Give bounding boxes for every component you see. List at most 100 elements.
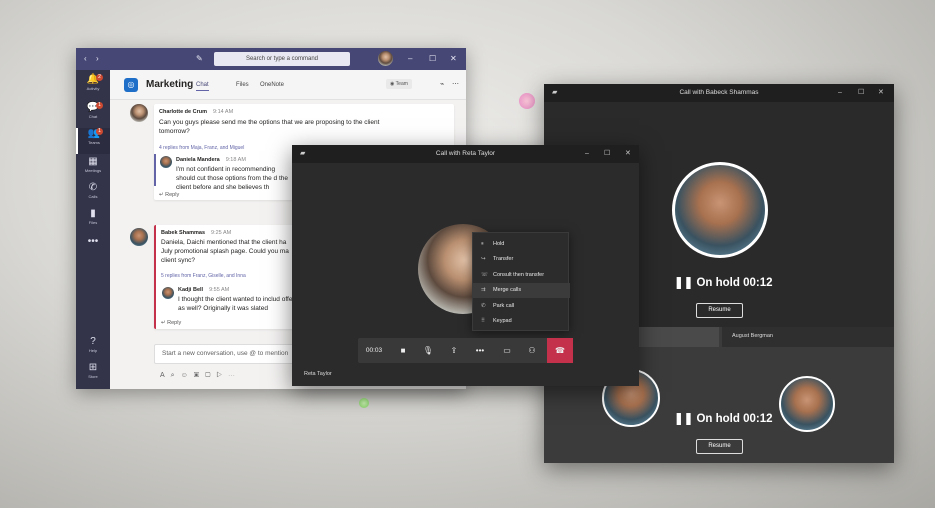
hold-status-2: ❚❚ On hold 00:12 — [674, 413, 773, 425]
rail-activity[interactable]: 🔔 Activity 2 — [76, 74, 110, 100]
gif-icon: ▣ — [193, 372, 206, 379]
teams-titlebar: ‹ › ✎ Search or type a command – ☐ ✕ — [76, 48, 466, 70]
tab-onenote[interactable]: OneNote — [260, 82, 284, 88]
compose-toolbar[interactable]: A⌕☺▣▢▷⋯ — [160, 372, 241, 380]
consult-icon: ☏ — [481, 272, 488, 278]
rail-more[interactable]: ••• — [76, 236, 110, 262]
teams-icon: 👥 — [87, 128, 101, 139]
park-icon: ✆ — [481, 303, 486, 309]
store-icon: ⊞ — [88, 362, 98, 373]
participant-name: August Bergman — [732, 333, 773, 339]
reply-button[interactable]: ↵ Reply — [161, 320, 181, 326]
tab-files[interactable]: Files — [236, 82, 249, 88]
menu-park-call[interactable]: ✆ Park call — [473, 299, 570, 314]
maximize-icon[interactable]: ☐ — [429, 52, 436, 66]
rail-files[interactable]: ▮ Files — [76, 208, 110, 234]
file-icon: ▮ — [90, 208, 96, 219]
format-icon: A — [160, 372, 171, 379]
video-call-icon[interactable]: ⌁ — [440, 80, 444, 88]
maximize-icon[interactable]: ☐ — [604, 145, 610, 163]
compose-icon[interactable]: ✎ — [196, 52, 203, 66]
menu-keypad[interactable]: ⠿ Keypad — [473, 314, 570, 329]
menu-consult-transfer[interactable]: ☏ Consult then transfer — [473, 268, 570, 283]
babeck-avatar — [672, 162, 768, 258]
hang-up-button[interactable]: ☎ — [547, 338, 573, 363]
emoji-icon: ☺ — [180, 372, 194, 379]
avatar — [160, 156, 172, 168]
sticker-icon: ▢ — [205, 372, 217, 379]
hold-icon: ⏸ — [481, 241, 484, 247]
add-people-icon[interactable]: ⚇ — [521, 338, 543, 363]
decor-dot — [519, 93, 535, 109]
decor-dot — [359, 398, 369, 408]
close-icon[interactable]: ✕ — [878, 84, 884, 102]
maximize-icon[interactable]: ☐ — [858, 84, 864, 102]
resume-button[interactable]: Resume — [696, 303, 743, 318]
reply-author: Daniela Mandera 9:18 AM — [176, 157, 246, 163]
close-icon[interactable]: ✕ — [625, 145, 631, 163]
menu-transfer[interactable]: ↪ Transfer — [473, 252, 570, 267]
share-screen-icon[interactable]: ⇪ — [443, 338, 465, 363]
help-icon: ? — [90, 336, 96, 347]
camera-icon: ▰ — [300, 150, 306, 157]
rail-chat[interactable]: 💬 Chat 1 — [76, 102, 110, 128]
rail-meetings[interactable]: ▦ Meetings — [76, 156, 110, 182]
forward-icon[interactable]: › — [96, 52, 99, 66]
bell-icon: 🔔 — [86, 74, 100, 85]
transfer-icon: ↪ — [481, 256, 486, 262]
caller-name: Reta Taylor — [304, 371, 332, 377]
meet-icon: ▷ — [216, 372, 229, 379]
merge-icon: ⇉ — [481, 287, 486, 293]
more-actions-icon[interactable]: ••• — [469, 338, 491, 363]
message-author: Babek Shammas 9:25 AM — [161, 230, 232, 236]
avatar — [162, 287, 174, 299]
search-input[interactable]: Search or type a command — [214, 52, 350, 66]
pause-icon: ❚❚ — [674, 277, 697, 289]
rail-help[interactable]: ? Help — [76, 336, 110, 362]
reply-text: I thought the client wanted to includ of… — [178, 296, 295, 312]
avatar — [130, 228, 148, 246]
channel-logo-icon: ◎ — [124, 78, 138, 92]
menu-hold[interactable]: ⏸ Hold — [473, 237, 570, 252]
menu-merge-calls[interactable]: ⇉ Merge calls — [473, 283, 570, 298]
replies-summary[interactable]: 5 replies from Franz, Giselle, and Inna — [161, 273, 246, 279]
minimize-icon[interactable]: – — [838, 84, 842, 102]
resume-button-2[interactable]: Resume — [696, 439, 743, 454]
reply-button[interactable]: ↵ Reply — [159, 192, 179, 198]
camera-icon: ▰ — [552, 89, 558, 96]
user-avatar[interactable] — [378, 51, 393, 66]
activity-badge: 2 — [96, 74, 103, 81]
minimize-icon[interactable]: – — [408, 52, 412, 66]
minimize-icon[interactable]: – — [585, 145, 589, 163]
hold-status: ❚❚ On hold 00:12 — [674, 277, 773, 289]
keypad-icon: ⠿ — [481, 318, 486, 324]
call-controls: 00:03 ■ 🎙 ⇪ ••• ▭ ⚇ ☎ — [358, 338, 573, 363]
team-pill[interactable]: ◉ Team — [386, 79, 412, 89]
rail-teams[interactable]: 👥 Teams 1 — [76, 128, 110, 154]
mic-icon[interactable]: 🎙 — [417, 338, 439, 363]
tab-chat[interactable]: Chat — [196, 82, 209, 91]
message-text: Can you guys please send me the options … — [159, 119, 380, 135]
chat-icon: 💬 — [86, 102, 100, 113]
phone-icon: ✆ — [88, 182, 98, 193]
reply-author: Kadji Bell 9:55 AM — [178, 287, 230, 293]
back-icon[interactable]: ‹ — [84, 52, 87, 66]
close-icon[interactable]: ✕ — [450, 52, 457, 66]
call-timer: 00:03 — [365, 347, 383, 354]
chat-icon[interactable]: ▭ — [496, 338, 518, 363]
app-rail: 🔔 Activity 2 💬 Chat 1 👥 Teams 1 ▦ Meetin… — [76, 70, 110, 389]
video-icon[interactable]: ■ — [392, 338, 414, 363]
more-options-icon[interactable]: ⋯ — [452, 80, 459, 88]
babeck-avatar-small — [779, 376, 835, 432]
reply-text: I'm not confident in recommending should… — [176, 166, 289, 191]
replies-summary[interactable]: 4 replies from Maja, Franz, and Miguel — [159, 145, 244, 151]
more-icon: ⋯ — [228, 372, 242, 379]
rail-store[interactable]: ⊞ Store — [76, 362, 110, 388]
calendar-icon: ▦ — [88, 156, 98, 167]
teams-badge: 1 — [96, 128, 103, 135]
pause-icon: ❚❚ — [674, 413, 697, 425]
call-more-menu: ⏸ Hold ↪ Transfer ☏ Consult then transfer ⇉… — [472, 232, 570, 331]
chat-badge: 1 — [96, 102, 103, 109]
avatar — [130, 104, 148, 122]
rail-calls[interactable]: ✆ Calls — [76, 182, 110, 208]
